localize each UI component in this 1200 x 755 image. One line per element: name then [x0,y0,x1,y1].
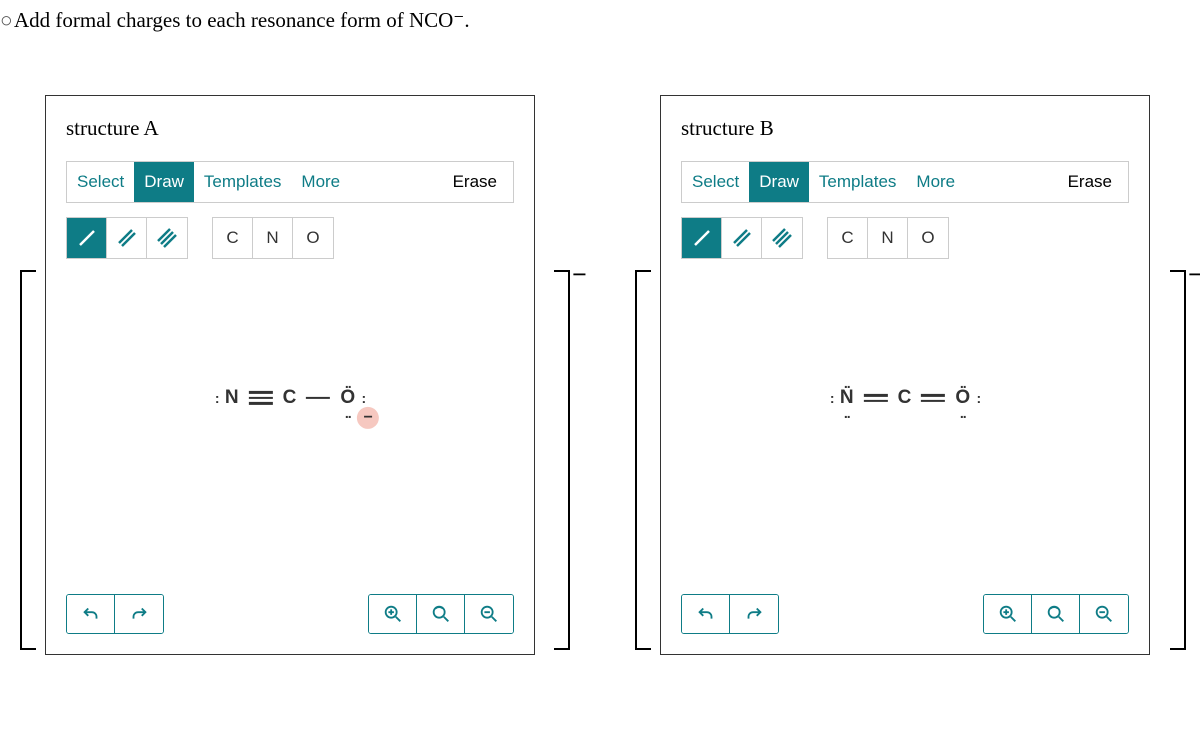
drawing-canvas-a[interactable]: : N C O : .. .. − [66,259,514,539]
double-bond-button[interactable] [107,218,147,258]
tab-templates[interactable]: Templates [194,162,291,202]
lonepair: : [215,390,219,406]
element-c-button[interactable]: C [828,218,868,258]
toolbar-a: Select Draw Templates More Erase [66,161,514,203]
tab-select[interactable]: Select [682,162,749,202]
toolbar-b: Select Draw Templates More Erase [681,161,1129,203]
element-n-button[interactable]: N [868,218,908,258]
lonepair: : [830,390,834,406]
bracket-left-b [635,270,651,650]
erase-button[interactable]: Erase [437,172,513,192]
lonepair: .. [844,405,850,421]
bracket-minus-b: − [1188,260,1200,290]
panel-structure-b: structure B Select Draw Templates More E… [660,95,1150,655]
erase-button[interactable]: Erase [1052,172,1128,192]
element-c-button[interactable]: C [213,218,253,258]
atom-o: O : .. .. [338,387,357,409]
element-group-a: C N O [212,217,334,259]
panel-title-b: structure B [681,116,1129,141]
undo-button[interactable] [682,595,730,633]
redo-button[interactable] [115,595,163,633]
lonepair: : [361,390,365,406]
double-bond-sym [921,394,945,402]
lonepair: .. [960,405,966,421]
zoom-out-button[interactable] [465,595,513,633]
single-bond-sym [306,397,330,400]
undo-redo-group [66,594,164,634]
zoom-in-button[interactable] [369,595,417,633]
lonepair: .. [844,375,850,391]
tab-more[interactable]: More [906,162,965,202]
bond-group-b [681,217,803,259]
triple-bond-button[interactable] [762,218,802,258]
bracket-minus-a: − [572,260,587,290]
atom-n: : N [223,387,241,409]
lonepair: .. [345,375,351,391]
redo-button[interactable] [730,595,778,633]
undo-button[interactable] [67,595,115,633]
zoom-out-button[interactable] [1080,595,1128,633]
drawing-canvas-b[interactable]: : .. .. N C O : .. .. [681,259,1129,539]
element-o-button[interactable]: O [293,218,333,258]
bracket-left-a [20,270,36,650]
tab-draw[interactable]: Draw [749,162,809,202]
lonepair: : [976,390,980,406]
bracket-right-b [1170,270,1186,650]
formal-charge-minus[interactable]: − [357,407,379,429]
atom-c: C [281,387,299,409]
triple-bond-sym [249,391,273,405]
atom-o: O : .. .. [953,387,972,409]
tab-more[interactable]: More [291,162,350,202]
tab-templates[interactable]: Templates [809,162,906,202]
zoom-group [983,594,1129,634]
bond-group-a [66,217,188,259]
triple-bond-button[interactable] [147,218,187,258]
panel-title-a: structure A [66,116,514,141]
double-bond-sym [864,394,888,402]
zoom-in-button[interactable] [984,595,1032,633]
element-group-b: C N O [827,217,949,259]
atom-n: : .. .. N [838,387,856,409]
element-o-button[interactable]: O [908,218,948,258]
question-text: ○Add formal charges to each resonance fo… [0,8,470,33]
double-bond-button[interactable] [722,218,762,258]
single-bond-button[interactable] [682,218,722,258]
tab-draw[interactable]: Draw [134,162,194,202]
panel-structure-a: structure A Select Draw Templates More E… [45,95,535,655]
single-bond-button[interactable] [67,218,107,258]
element-n-button[interactable]: N [253,218,293,258]
lonepair: .. [345,405,351,421]
tab-select[interactable]: Select [67,162,134,202]
atom-c: C [896,387,914,409]
molecule-a: : N C O : .. .. − [223,387,357,409]
zoom-reset-button[interactable] [417,595,465,633]
zoom-reset-button[interactable] [1032,595,1080,633]
zoom-group [368,594,514,634]
molecule-b: : .. .. N C O : .. .. [838,387,972,409]
bracket-right-a [554,270,570,650]
lonepair: .. [960,375,966,391]
undo-redo-group [681,594,779,634]
